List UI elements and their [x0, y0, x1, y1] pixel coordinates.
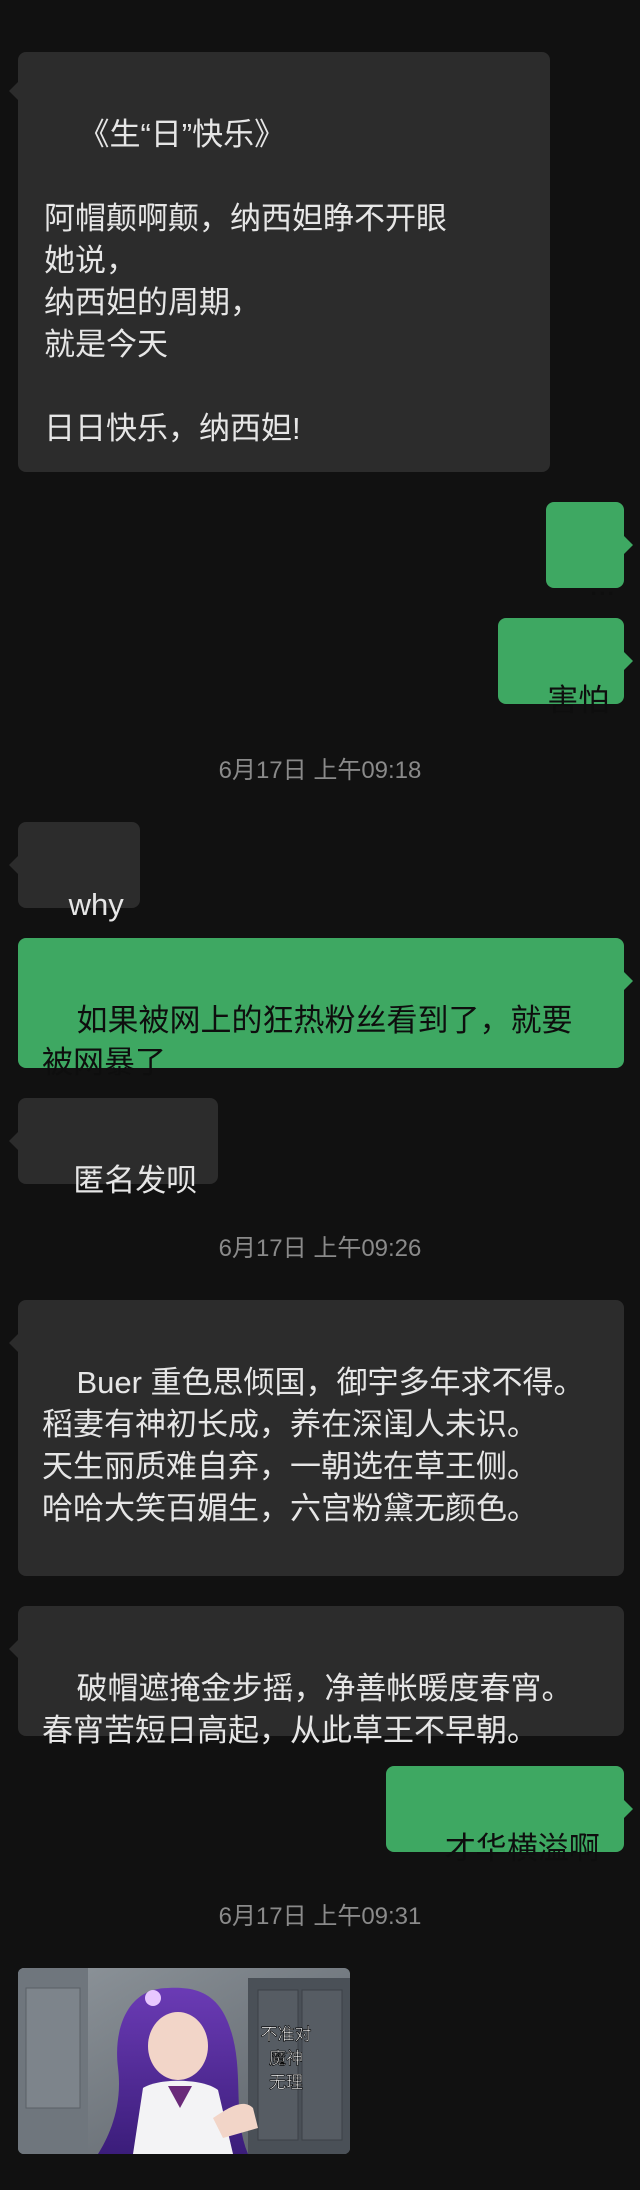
bubble-tail	[9, 1132, 18, 1150]
sticker-caption-3: 无理	[269, 2073, 303, 2093]
message-text: 匿名发呗	[73, 1163, 198, 1198]
sticker-caption-1: 不准对	[261, 2025, 312, 2045]
bubble-tail	[9, 82, 18, 100]
bubble-tail	[9, 856, 18, 874]
chat-window: 《生“日”快乐》 阿帽颠啊颠，纳西妲睁不开眼 她说， 纳西妲的周期， 就是今天 …	[0, 0, 640, 2190]
message-text: 才华横溢啊	[444, 1831, 600, 1866]
bubble-tail	[624, 652, 633, 670]
message-text: 破帽遮掩金步摇，净善帐暖度春宵。 春宵苦短日高起，从此草王不早朝。	[42, 1671, 573, 1748]
outgoing-message[interactable]: 如果被网上的狂热粉丝看到了，就要被网暴了	[18, 938, 633, 1080]
message-text: 害怕	[547, 683, 610, 718]
incoming-message[interactable]: 匿名发呗	[9, 1098, 218, 1198]
message-text: Buer 重色思倾国，御宇多年求不得。稻妻有神初长成，养在深闺人未识。 天生丽质…	[42, 1365, 585, 1526]
incoming-message[interactable]: Buer 重色思倾国，御宇多年求不得。稻妻有神初长成，养在深闺人未识。 天生丽质…	[9, 1300, 624, 1576]
outgoing-message[interactable]: 才华横溢啊	[386, 1766, 633, 1866]
incoming-message[interactable]: 破帽遮掩金步摇，净善帐暖度春宵。 春宵苦短日高起，从此草王不早朝。	[9, 1606, 624, 1748]
message-text: 如果被网上的狂热粉丝看到了，就要被网暴了	[42, 1003, 573, 1080]
timestamp: 6月17日 上午09:18	[218, 757, 422, 784]
outgoing-message[interactable]: ...	[546, 502, 633, 602]
incoming-message[interactable]: 《生“日”快乐》 阿帽颠啊颠，纳西妲睁不开眼 她说， 纳西妲的周期， 就是今天 …	[9, 52, 550, 472]
timestamp: 6月17日 上午09:31	[218, 1903, 422, 1930]
sticker-caption-2: 魔神	[269, 2049, 303, 2069]
bubble-tail	[624, 536, 633, 554]
image-message[interactable]: 不准对 魔神 无理	[18, 1968, 350, 2154]
sticker-image: 不准对 魔神 无理	[18, 1968, 350, 2154]
outgoing-message[interactable]: 害怕	[498, 618, 633, 718]
timestamp: 6月17日 上午09:26	[218, 1235, 422, 1262]
bubble-tail	[9, 1334, 18, 1352]
message-text: why	[68, 887, 124, 922]
incoming-message[interactable]: why	[9, 822, 140, 922]
bubble-tail	[624, 1800, 633, 1818]
message-text: 《生“日”快乐》 阿帽颠啊颠，纳西妲睁不开眼 她说， 纳西妲的周期， 就是今天 …	[44, 117, 447, 446]
bubble-tail	[624, 972, 633, 990]
message-text: ...	[589, 567, 616, 602]
bubble-tail	[9, 1640, 18, 1658]
